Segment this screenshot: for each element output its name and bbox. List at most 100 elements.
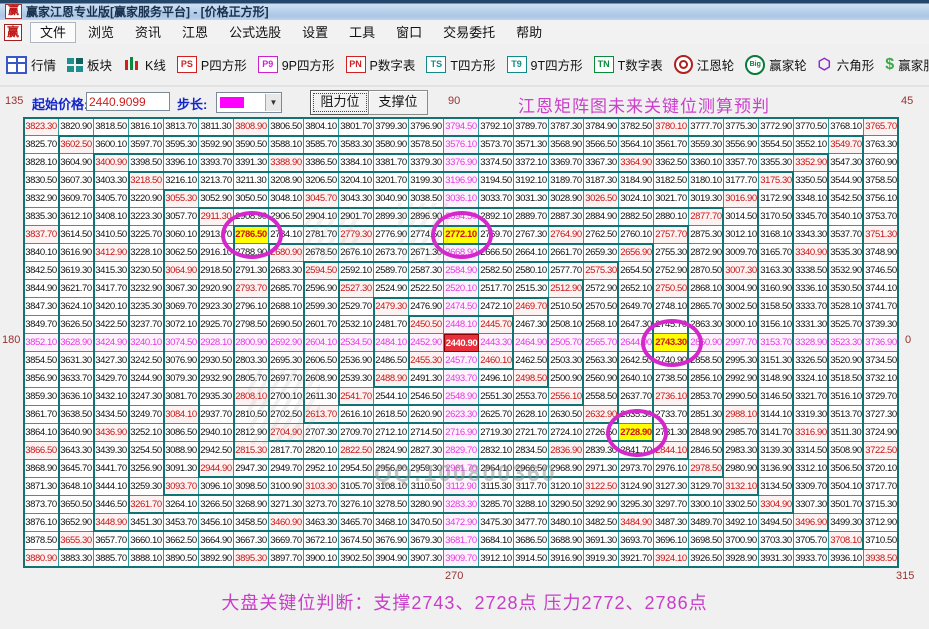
grid-cell[interactable]: 3372.10	[514, 154, 549, 172]
grid-cell[interactable]: 2731.30	[654, 424, 689, 442]
grid-cell[interactable]: 3864.10	[24, 424, 59, 442]
grid-cell[interactable]: 2788.90	[234, 244, 269, 262]
menu-item-3[interactable]: 资讯	[126, 23, 170, 42]
grid-cell[interactable]: 3072.10	[164, 316, 199, 334]
grid-cell[interactable]: 3240.10	[129, 334, 164, 352]
grid-cell[interactable]: 3302.50	[724, 496, 759, 514]
grid-cell[interactable]: 3007.30	[724, 262, 759, 280]
grid-cell[interactable]: 3331.30	[794, 316, 829, 334]
grid-cell[interactable]: 2625.70	[479, 406, 514, 424]
support-button[interactable]: 支撑位	[368, 90, 428, 115]
grid-cell[interactable]: 2918.50	[199, 262, 234, 280]
grid-cell[interactable]: 2551.30	[479, 388, 514, 406]
grid-cell[interactable]: 3232.90	[129, 280, 164, 298]
grid-cell[interactable]: 3933.70	[794, 550, 829, 568]
grid-cell[interactable]: 3432.10	[94, 388, 129, 406]
grid-cell[interactable]: 2750.50	[654, 280, 689, 298]
grid-cell[interactable]: 3384.10	[339, 154, 374, 172]
grid-cell[interactable]: 3492.10	[724, 514, 759, 532]
grid-cell[interactable]: 3890.50	[164, 550, 199, 568]
grid-cell[interactable]: 3688.90	[549, 532, 584, 550]
grid-cell[interactable]: 3182.50	[654, 172, 689, 190]
grid-cell[interactable]: 3861.70	[24, 406, 59, 424]
grid-cell[interactable]: 3038.50	[409, 190, 444, 208]
grid-cell[interactable]: 2683.30	[269, 262, 304, 280]
grid-cell[interactable]: 3019.30	[689, 190, 724, 208]
grid-cell[interactable]: 2827.30	[409, 442, 444, 460]
grid-cell[interactable]: 2740.90	[654, 352, 689, 370]
grid-cell[interactable]: 3549.70	[829, 136, 864, 154]
grid-cell[interactable]: 3753.70	[864, 208, 899, 226]
grid-cell[interactable]: 2440.90	[444, 334, 479, 352]
grid-cell[interactable]: 3811.30	[199, 118, 234, 136]
grid-cell[interactable]: 2560.90	[584, 370, 619, 388]
grid-cell[interactable]: 2532.10	[339, 316, 374, 334]
grid-cell[interactable]: 3355.30	[759, 154, 794, 172]
grid-cell[interactable]: 2911.30	[199, 208, 234, 226]
menu-item-4[interactable]: 江恩	[173, 23, 217, 42]
grid-cell[interactable]: 3086.50	[164, 424, 199, 442]
grid-cell[interactable]: 3381.70	[374, 154, 409, 172]
grid-cell[interactable]: 3456.10	[199, 514, 234, 532]
grid-cell[interactable]: 3333.70	[794, 298, 829, 316]
grid-cell[interactable]: 2491.30	[409, 370, 444, 388]
grid-cell[interactable]: 3427.30	[94, 352, 129, 370]
grid-cell[interactable]: 3535.30	[829, 244, 864, 262]
grid-cell[interactable]: 3028.90	[549, 190, 584, 208]
grid-cell[interactable]: 3789.70	[514, 118, 549, 136]
resistance-button[interactable]: 阻力位	[310, 90, 370, 115]
grid-cell[interactable]: 3796.90	[409, 118, 444, 136]
grid-cell[interactable]: 3892.90	[199, 550, 234, 568]
grid-cell[interactable]: 3422.50	[94, 316, 129, 334]
grid-cell[interactable]: 2517.70	[479, 280, 514, 298]
grid-cell[interactable]: 3744.10	[864, 280, 899, 298]
grid-cell[interactable]: 3434.50	[94, 406, 129, 424]
grid-cell[interactable]: 2863.30	[689, 316, 724, 334]
grid-cell[interactable]: 3511.30	[829, 424, 864, 442]
grid-cell[interactable]: 3830.50	[24, 172, 59, 190]
grid-cell[interactable]: 3876.10	[24, 514, 59, 532]
grid-cell[interactable]: 3614.50	[59, 226, 94, 244]
grid-cell[interactable]: 3854.50	[24, 352, 59, 370]
grid-cell[interactable]: 3883.30	[59, 550, 94, 568]
grid-cell[interactable]: 3734.50	[864, 352, 899, 370]
grid-cell[interactable]: 3360.10	[689, 154, 724, 172]
grid-cell[interactable]: 2856.10	[689, 370, 724, 388]
grid-cell[interactable]: 3828.10	[24, 154, 59, 172]
grid-cell[interactable]: 2613.70	[304, 406, 339, 424]
grid-cell[interactable]: 2572.90	[584, 280, 619, 298]
grid-cell[interactable]: 3878.50	[24, 532, 59, 550]
grid-cell[interactable]: 2452.90	[409, 334, 444, 352]
grid-cell[interactable]: 3364.90	[619, 154, 654, 172]
grid-cell[interactable]: 3300.10	[689, 496, 724, 514]
grid-cell[interactable]: 2714.50	[409, 424, 444, 442]
grid-cell[interactable]: 2985.70	[724, 424, 759, 442]
grid-cell[interactable]: 2832.10	[479, 442, 514, 460]
grid-cell[interactable]: 3782.50	[619, 118, 654, 136]
grid-cell[interactable]: 2472.10	[479, 298, 514, 316]
menu-item-8[interactable]: 窗口	[387, 23, 431, 42]
grid-cell[interactable]: 3158.50	[759, 298, 794, 316]
toolbar-item-T数字表[interactable]: TNT数字表	[594, 55, 663, 74]
grid-cell[interactable]: 2851.30	[689, 406, 724, 424]
grid-cell[interactable]: 2676.10	[339, 244, 374, 262]
grid-cell[interactable]: 3758.50	[864, 172, 899, 190]
grid-cell[interactable]: 2848.90	[689, 424, 724, 442]
grid-cell[interactable]: 3338.50	[794, 262, 829, 280]
grid-cell[interactable]: 3775.30	[724, 118, 759, 136]
grid-cell[interactable]: 3470.50	[409, 514, 444, 532]
grid-cell[interactable]: 2510.50	[549, 298, 584, 316]
grid-cell[interactable]: 3921.70	[619, 550, 654, 568]
grid-cell[interactable]: 3897.70	[269, 550, 304, 568]
grid-cell[interactable]: 2508.10	[549, 316, 584, 334]
grid-cell[interactable]: 2952.10	[304, 460, 339, 478]
grid-cell[interactable]: 2721.70	[514, 424, 549, 442]
grid-cell[interactable]: 3163.30	[759, 262, 794, 280]
grid-cell[interactable]: 3091.30	[164, 460, 199, 478]
grid-cell[interactable]: 3201.70	[374, 172, 409, 190]
grid-cell[interactable]: 3117.70	[514, 478, 549, 496]
grid-cell[interactable]: 2959.30	[409, 460, 444, 478]
grid-cell[interactable]: 2556.10	[549, 388, 584, 406]
grid-cell[interactable]: 2637.70	[619, 388, 654, 406]
grid-cell[interactable]: 2839.30	[584, 442, 619, 460]
